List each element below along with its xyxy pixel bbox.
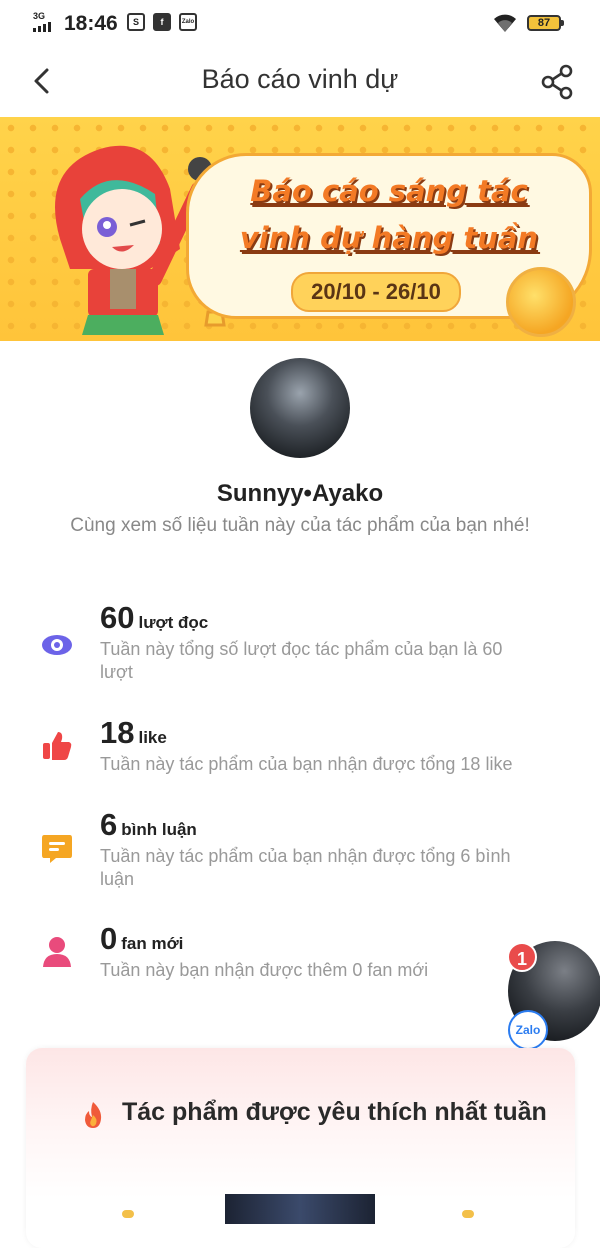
page-title: Báo cáo vinh dự	[201, 64, 399, 94]
comment-icon	[42, 835, 72, 863]
notification-icons: S f Zalo	[127, 13, 197, 31]
stat-number: 0	[100, 921, 118, 956]
work-thumbnail[interactable]	[225, 1194, 375, 1224]
user-icon	[43, 937, 71, 967]
share-button[interactable]	[538, 62, 578, 102]
zalo-icon: Zalo	[179, 13, 197, 31]
stat-number: 18	[100, 715, 135, 750]
wifi-icon	[494, 14, 516, 32]
status-bar: 3G 18:46 S f Zalo 87	[0, 0, 600, 46]
banner-title-line-2: vinh dự hàng tuần	[239, 221, 539, 255]
avatar[interactable]	[250, 358, 350, 458]
share-icon	[541, 64, 573, 100]
thumbs-up-icon	[43, 732, 72, 760]
username: Sunnyy•Ayako	[216, 480, 384, 507]
unread-badge: 1	[507, 942, 537, 972]
banner-title-line-1: Báo cáo sáng tác	[250, 174, 528, 208]
card-title: Tác phẩm được yêu thích nhất tuần	[122, 1098, 547, 1126]
date-range-badge: 20/10 - 26/10	[291, 272, 461, 312]
zalo-app-badge: Zalo	[508, 1010, 548, 1050]
stat-unit: like	[138, 728, 167, 747]
stat-unit: fan mới	[121, 934, 184, 953]
stat-number: 60	[100, 600, 135, 635]
stat-value-line: 0 fan mới	[100, 921, 183, 957]
stat-value-line: 6 bình luận	[100, 807, 197, 843]
stat-description: Tuần này tác phẩm của bạn nhận được tổng…	[100, 846, 511, 889]
fire-icon	[85, 1102, 102, 1128]
network-type: 3G	[33, 11, 46, 21]
stat-value-line: 60 lượt đọc	[100, 600, 208, 636]
stat-unit: bình luận	[121, 820, 197, 839]
stat-description: Tuần này tác phẩm của bạn nhận được tổng…	[100, 754, 513, 774]
honor-report-banner: Báo cáo sáng tác vinh dự hàng tuần 20/10…	[0, 117, 600, 341]
profile-subtitle: Cùng xem số liệu tuần này của tác phẩm c…	[70, 515, 530, 536]
banner-title: Báo cáo sáng tác vinh dự hàng tuần	[219, 168, 559, 262]
screenshot-app-icon: S	[127, 13, 145, 31]
nav-bar: Báo cáo vinh dự	[0, 46, 600, 116]
stat-description: Tuần này bạn nhận được thêm 0 fan mới	[100, 960, 429, 980]
facebook-icon: f	[153, 13, 171, 31]
signal-icon	[33, 22, 51, 32]
stat-unit: lượt đọc	[138, 613, 209, 632]
battery-icon: 87	[527, 15, 564, 31]
clock: 18:46	[64, 12, 118, 35]
stat-number: 6	[100, 807, 118, 842]
stat-description: Tuần này tổng số lượt đọc tác phẩm của b…	[100, 639, 503, 682]
stat-value-line: 18 like	[100, 715, 167, 751]
eye-icon	[42, 635, 72, 655]
medal-icon	[506, 267, 576, 337]
